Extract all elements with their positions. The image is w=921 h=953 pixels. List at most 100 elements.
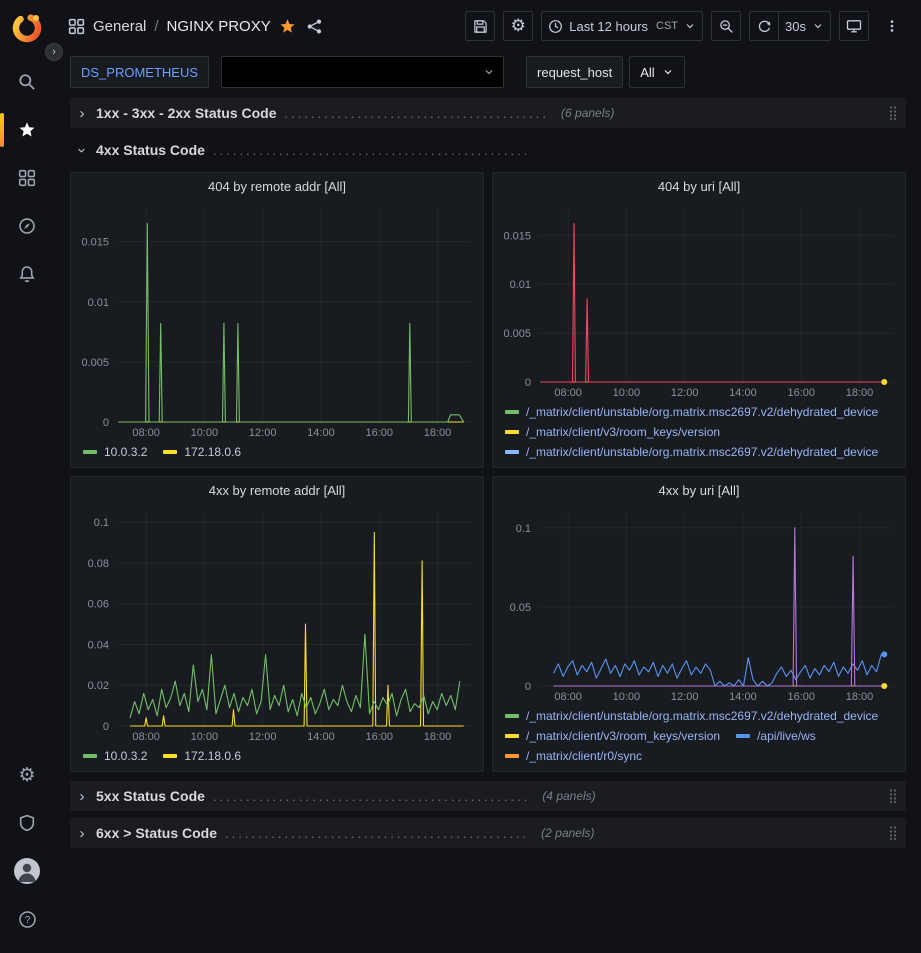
legend-item[interactable]: /sw.js bbox=[736, 463, 786, 467]
legend-item[interactable]: 10.0.3.2 bbox=[83, 747, 147, 765]
kebab-icon bbox=[885, 18, 899, 34]
gear-icon: ⚙ bbox=[18, 766, 35, 785]
dashboard-settings-button[interactable]: ⚙ bbox=[503, 11, 533, 41]
sidebar-item-profile[interactable] bbox=[0, 847, 54, 895]
timeseries-chart[interactable]: 08:0010:0012:0014:0016:0018:0000.0050.01… bbox=[71, 200, 483, 441]
legend-item[interactable]: /_matrix/client/unstable/org.matrix.msc2… bbox=[505, 707, 878, 725]
legend-label: /api/live/ws bbox=[757, 727, 816, 745]
timeseries-chart[interactable]: 08:0010:0012:0014:0016:0018:0000.020.040… bbox=[71, 504, 483, 745]
refresh-interval-dropdown[interactable]: 30s bbox=[779, 11, 831, 41]
timeseries-chart[interactable]: 08:0010:0012:0014:0016:0018:0000.050.1 bbox=[493, 504, 905, 705]
apps-icon[interactable] bbox=[68, 18, 85, 35]
legend-label: /_matrix/client/unstable/org.matrix.msc2… bbox=[526, 707, 878, 725]
datasource-variable-label[interactable]: DS_PROMETHEUS bbox=[70, 56, 209, 88]
svg-text:08:00: 08:00 bbox=[554, 691, 582, 703]
request-host-variable-label[interactable]: request_host bbox=[526, 56, 623, 88]
row-title: 6xx > Status Code bbox=[96, 825, 217, 841]
legend-item[interactable]: /_matrix/client/v3/room_keys/version bbox=[505, 423, 720, 441]
chevron-down-icon bbox=[812, 20, 824, 32]
zoom-out-icon bbox=[719, 19, 734, 34]
sidebar-item-alerting[interactable] bbox=[0, 250, 54, 298]
sidebar-item-explore[interactable] bbox=[0, 202, 54, 250]
request-host-variable-select[interactable]: All bbox=[629, 56, 684, 88]
timeseries-chart[interactable]: 08:0010:0012:0014:0016:0018:0000.0050.01… bbox=[493, 200, 905, 401]
dashboard-row-4xx[interactable]: › 4xx Status Code ......................… bbox=[70, 135, 906, 165]
panel-title[interactable]: 4xx by uri [All] bbox=[493, 477, 905, 504]
svg-text:12:00: 12:00 bbox=[671, 387, 699, 399]
chevron-right-icon: › bbox=[76, 788, 88, 805]
legend-label: /_matrix/client/unstable/org.matrix.msc2… bbox=[526, 403, 878, 421]
legend-item[interactable]: /_matrix/client/unstable/org.matrix.msc2… bbox=[505, 767, 878, 771]
breadcrumb-separator: / bbox=[154, 18, 158, 35]
grafana-logo[interactable] bbox=[9, 10, 45, 46]
main-area: General / NGINX PROXY bbox=[54, 0, 921, 953]
panel-4xx-by-remote-addr: 4xx by remote addr [All] 08:0010:0012:00… bbox=[70, 476, 484, 772]
dashboard-title[interactable]: NGINX PROXY bbox=[167, 18, 271, 35]
monitor-icon bbox=[846, 18, 862, 34]
zoom-out-button[interactable] bbox=[711, 11, 741, 41]
drag-handle-icon[interactable] bbox=[888, 105, 898, 121]
legend-label: 172.18.0.6 bbox=[184, 443, 241, 461]
favorite-star-icon[interactable] bbox=[279, 18, 296, 35]
legend-swatch bbox=[163, 754, 177, 758]
panel-title[interactable]: 404 by uri [All] bbox=[493, 173, 905, 200]
dashboard-row-1xx-3xx-2xx[interactable]: › 1xx - 3xx - 2xx Status Code ..........… bbox=[70, 98, 906, 128]
bell-icon bbox=[18, 265, 36, 283]
legend-item[interactable]: /_matrix/client/unstable/org.matrix.msc2… bbox=[505, 443, 878, 461]
row-panel-count: (2 panels) bbox=[541, 826, 594, 840]
time-range-picker[interactable]: Last 12 hours CST bbox=[541, 11, 703, 41]
panel-title[interactable]: 4xx by remote addr [All] bbox=[71, 477, 483, 504]
drag-handle-icon[interactable] bbox=[888, 825, 898, 841]
legend-item[interactable]: 172.18.0.6 bbox=[163, 443, 241, 461]
legend-label: /_matrix/client/r0/sync bbox=[526, 747, 642, 765]
top-navbar: General / NGINX PROXY bbox=[54, 0, 921, 52]
refresh-button-group: 30s bbox=[749, 11, 831, 41]
sidebar-item-configuration[interactable]: ⚙ bbox=[0, 751, 54, 799]
row-dots-leader: ........................................ bbox=[285, 106, 549, 121]
legend-item[interactable]: 10.0.3.2 bbox=[83, 443, 147, 461]
svg-text:18:00: 18:00 bbox=[846, 387, 874, 399]
panel-legend: 10.0.3.2 172.18.0.6 bbox=[71, 745, 483, 771]
refresh-button[interactable] bbox=[749, 11, 779, 41]
sidebar-bottom: ⚙ ? bbox=[0, 751, 54, 943]
save-dashboard-button[interactable] bbox=[465, 11, 495, 41]
svg-text:?: ? bbox=[24, 915, 30, 926]
legend-item[interactable]: 172.18.0.6 bbox=[163, 747, 241, 765]
legend-item[interactable]: /_matrix/client/unstable/org.matrix.msc2… bbox=[505, 403, 878, 421]
share-icon[interactable] bbox=[306, 18, 323, 35]
dashboard-body: › 1xx - 3xx - 2xx Status Code ..........… bbox=[54, 92, 921, 953]
sidebar-item-search[interactable] bbox=[0, 58, 54, 106]
sidebar-item-starred[interactable] bbox=[0, 106, 54, 154]
svg-text:08:00: 08:00 bbox=[132, 427, 160, 439]
svg-text:0.005: 0.005 bbox=[503, 328, 531, 340]
breadcrumb: General / NGINX PROXY bbox=[68, 18, 323, 35]
sidebar-item-help[interactable]: ? bbox=[0, 895, 54, 943]
legend-item[interactable]: /_matrix/client/v3/room_keys/version bbox=[505, 463, 720, 467]
legend-item[interactable]: /api/live/ws bbox=[736, 727, 816, 745]
sidebar: ⚙ ? bbox=[0, 0, 54, 953]
svg-text:10:00: 10:00 bbox=[613, 691, 641, 703]
chevron-right-icon: › bbox=[76, 105, 88, 122]
legend-item[interactable]: /_matrix/client/v3/room_keys/version bbox=[505, 727, 720, 745]
sidebar-item-dashboards[interactable] bbox=[0, 154, 54, 202]
kebab-menu-button[interactable] bbox=[877, 11, 907, 41]
legend-label: /_matrix/client/v3/room_keys/version bbox=[526, 423, 720, 441]
dashboard-row-5xx[interactable]: › 5xx Status Code ......................… bbox=[70, 781, 906, 811]
legend-swatch bbox=[505, 430, 519, 434]
breadcrumb-section[interactable]: General bbox=[93, 18, 146, 35]
drag-handle-icon[interactable] bbox=[888, 788, 898, 804]
chevron-down-icon bbox=[684, 20, 696, 32]
row-panel-count: (4 panels) bbox=[542, 789, 595, 803]
svg-text:0.01: 0.01 bbox=[88, 297, 109, 309]
sidebar-item-server-admin[interactable] bbox=[0, 799, 54, 847]
panel-title[interactable]: 404 by remote addr [All] bbox=[71, 173, 483, 200]
chevron-right-icon: › bbox=[76, 825, 88, 842]
svg-text:0.08: 0.08 bbox=[88, 558, 109, 570]
datasource-variable-select[interactable] bbox=[221, 56, 504, 88]
sidebar-expand-button[interactable]: › bbox=[45, 43, 63, 61]
tv-mode-button[interactable] bbox=[839, 11, 869, 41]
compass-icon bbox=[18, 217, 36, 235]
legend-item[interactable]: /_matrix/client/r0/sync bbox=[505, 747, 642, 765]
dashboard-row-6xx[interactable]: › 6xx > Status Code ....................… bbox=[70, 818, 906, 848]
dashboards-grid-icon bbox=[18, 169, 36, 187]
